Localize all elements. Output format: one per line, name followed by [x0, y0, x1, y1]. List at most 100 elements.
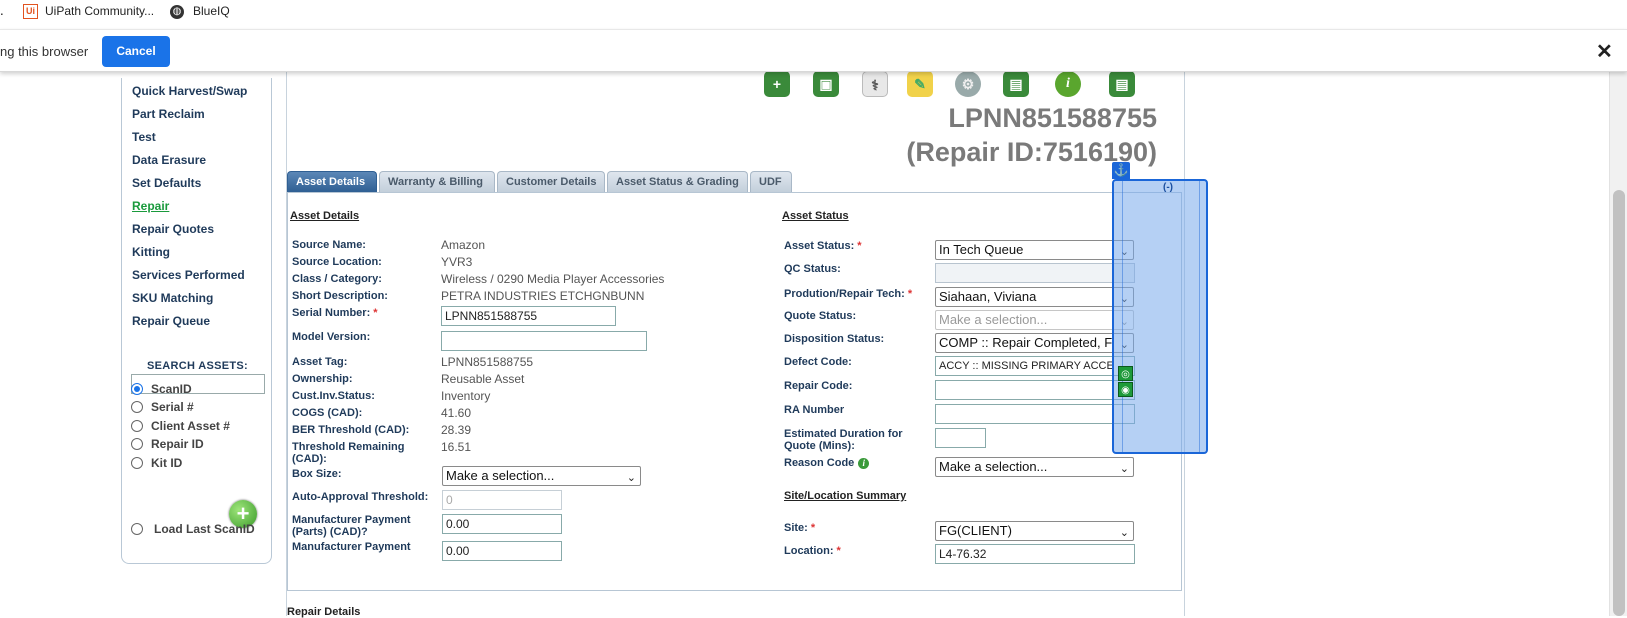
radio-client-asset[interactable]: Client Asset #	[131, 419, 230, 433]
radio-repair-id[interactable]: Repair ID	[131, 437, 204, 451]
quote-status-selected-value: Make a selection...	[939, 312, 1048, 327]
required-marker: *	[857, 240, 862, 252]
sidebar-item-repair-queue[interactable]: Repair Queue	[132, 314, 210, 328]
sidebar-menu: Quick Harvest/Swap Part Reclaim Test Dat…	[121, 78, 272, 564]
target-icon[interactable]: ◎	[1118, 366, 1133, 381]
camera-icon[interactable]: ◉	[1118, 382, 1133, 397]
radio-button[interactable]	[131, 420, 143, 432]
defect-code-label: Defect Code:	[784, 356, 852, 368]
bookmark-blueiq[interactable]: ◍ BlueIQ	[170, 4, 230, 19]
page-scrollbar[interactable]	[1609, 72, 1627, 616]
stethoscope-icon[interactable]: ⚕	[862, 71, 888, 97]
search-assets-label: SEARCH ASSETS:	[147, 360, 248, 372]
ra-number-label: RA Number	[784, 404, 845, 416]
radio-button[interactable]	[131, 438, 143, 450]
disposition-status-selected-value: COMP :: Repair Completed, F	[939, 335, 1113, 350]
ber-threshold-value: 28.39	[441, 423, 472, 437]
tab-warranty-billing[interactable]: Warranty & Billing	[379, 171, 495, 192]
serial-number-input[interactable]: LPNN851588755	[441, 306, 616, 326]
collapse-toggle[interactable]: (-)	[1163, 182, 1173, 193]
cogs-value: 41.60	[441, 406, 472, 420]
auto-approval-threshold-input: 0	[442, 490, 562, 510]
settings-icon[interactable]: ⚙	[955, 71, 981, 97]
bookmark-uipath-community[interactable]: Ui UiPath Community...	[23, 4, 155, 20]
serial-number-label-text: Serial Number:	[292, 307, 371, 319]
sidebar-item-sku-matching[interactable]: SKU Matching	[132, 291, 213, 305]
site-label: Site: *	[784, 522, 815, 534]
manufacturer-payment-parts-label: Manufacturer Payment (Parts) (CAD)?	[292, 514, 411, 538]
info-icon[interactable]: i	[1055, 71, 1081, 97]
repair-tech-selected-value: Siahaan, Viviana	[939, 289, 1037, 304]
bookmark-label: UiPath Community...	[45, 4, 155, 18]
notes-icon[interactable]: ✎	[907, 71, 933, 97]
sidebar-item-repair-quotes[interactable]: Repair Quotes	[132, 222, 214, 236]
sidebar-item-set-defaults[interactable]: Set Defaults	[132, 176, 201, 190]
manufacturer-payment-label: Manufacturer Payment	[292, 541, 411, 553]
save-icon[interactable]: ▣	[813, 71, 839, 97]
ra-number-input[interactable]	[935, 404, 1135, 424]
sidebar-item-part-reclaim[interactable]: Part Reclaim	[132, 107, 205, 121]
sidebar-item-repair[interactable]: Repair	[132, 199, 169, 213]
source-location-label: Source Location:	[292, 256, 382, 268]
add-record-icon[interactable]: +	[764, 71, 790, 97]
model-version-input[interactable]	[441, 331, 647, 351]
bookmark-label: BlueIQ	[193, 4, 230, 18]
site-select[interactable]: FG(CLIENT) ⌄	[935, 521, 1134, 541]
estimated-duration-input[interactable]	[935, 428, 986, 448]
model-version-label: Model Version:	[292, 331, 371, 343]
radio-button[interactable]	[131, 401, 143, 413]
sidebar-item-services-performed[interactable]: Services Performed	[132, 268, 245, 282]
sidebar-item-test[interactable]: Test	[132, 130, 156, 144]
chevron-down-icon: ⌄	[1119, 527, 1129, 539]
radio-button[interactable]	[131, 383, 143, 395]
info-icon[interactable]: i	[858, 458, 870, 469]
asset-status-select[interactable]: In Tech Queue⌄	[935, 240, 1134, 260]
anchor-selection-overlay[interactable]: (-) ◎ ◉	[1112, 179, 1208, 454]
auto-approval-threshold-label: Auto-Approval Threshold:	[292, 491, 429, 503]
chevron-down-icon: ⌄	[1119, 463, 1129, 475]
anchor-icon[interactable]: ⚓	[1112, 162, 1130, 179]
radio-serial[interactable]: Serial #	[131, 400, 194, 414]
manufacturer-payment-input[interactable]: 0.00	[442, 541, 562, 561]
sidebar-item-kitting[interactable]: Kitting	[132, 245, 170, 259]
cancel-button[interactable]: Cancel	[102, 36, 170, 67]
qc-status-label: QC Status:	[784, 263, 841, 275]
required-marker: *	[836, 545, 841, 557]
repair-tech-select[interactable]: Siahaan, Viviana⌄	[935, 287, 1134, 307]
radio-kit-id[interactable]: Kit ID	[131, 456, 182, 470]
uipath-icon: Ui	[23, 4, 38, 20]
tab-udf[interactable]: UDF	[750, 171, 792, 192]
scrollbar-thumb[interactable]	[1613, 190, 1625, 616]
repair-code-input[interactable]	[935, 380, 1135, 400]
sidebar-item-data-erasure[interactable]: Data Erasure	[132, 153, 206, 167]
tab-customer-details[interactable]: Customer Details	[497, 171, 605, 192]
tab-asset-details[interactable]: Asset Details	[287, 171, 377, 192]
asset-status-label: Asset Status: *	[784, 240, 862, 252]
location-label-text: Location:	[784, 545, 834, 557]
print-label-icon[interactable]: ▤	[1109, 71, 1135, 97]
radio-button[interactable]	[131, 457, 143, 469]
radio-scanid[interactable]: ScanID	[131, 382, 192, 396]
sidebar-item-quick-harvest-swap[interactable]: Quick Harvest/Swap	[132, 84, 247, 98]
ownership-value: Reusable Asset	[441, 372, 525, 386]
asset-details-section-title: Asset Details	[290, 210, 360, 222]
reason-code-select[interactable]: Make a selection... ⌄	[935, 457, 1134, 477]
manufacturer-payment-parts-input[interactable]: 0.00	[442, 514, 562, 534]
close-icon[interactable]: ✕	[1596, 39, 1613, 64]
print-icon[interactable]: ▤	[1003, 71, 1029, 97]
sharing-message: ng this browser	[0, 44, 89, 59]
required-marker: *	[810, 522, 816, 534]
location-input[interactable]: L4-76.32	[935, 544, 1135, 564]
box-size-select[interactable]: Make a selection... ⌄	[442, 466, 641, 486]
radio-label: ScanID	[151, 382, 192, 396]
disposition-status-select[interactable]: COMP :: Repair Completed, F⌄	[935, 333, 1134, 353]
radio-load-last-scanid[interactable]: Load Last ScanID	[131, 522, 255, 536]
defect-code-input[interactable]: ACCY :: MISSING PRIMARY ACCE	[935, 356, 1135, 376]
radio-label: Repair ID	[151, 437, 204, 451]
tab-asset-status-grading[interactable]: Asset Status & Grading	[607, 171, 748, 192]
radio-button[interactable]	[131, 523, 143, 535]
asset-status-selected-value: In Tech Queue	[939, 242, 1024, 257]
site-selected-value: FG(CLIENT)	[939, 523, 1012, 538]
class-category-label: Class / Category:	[292, 273, 382, 285]
asset-tag-value: LPNN851588755	[441, 355, 534, 369]
